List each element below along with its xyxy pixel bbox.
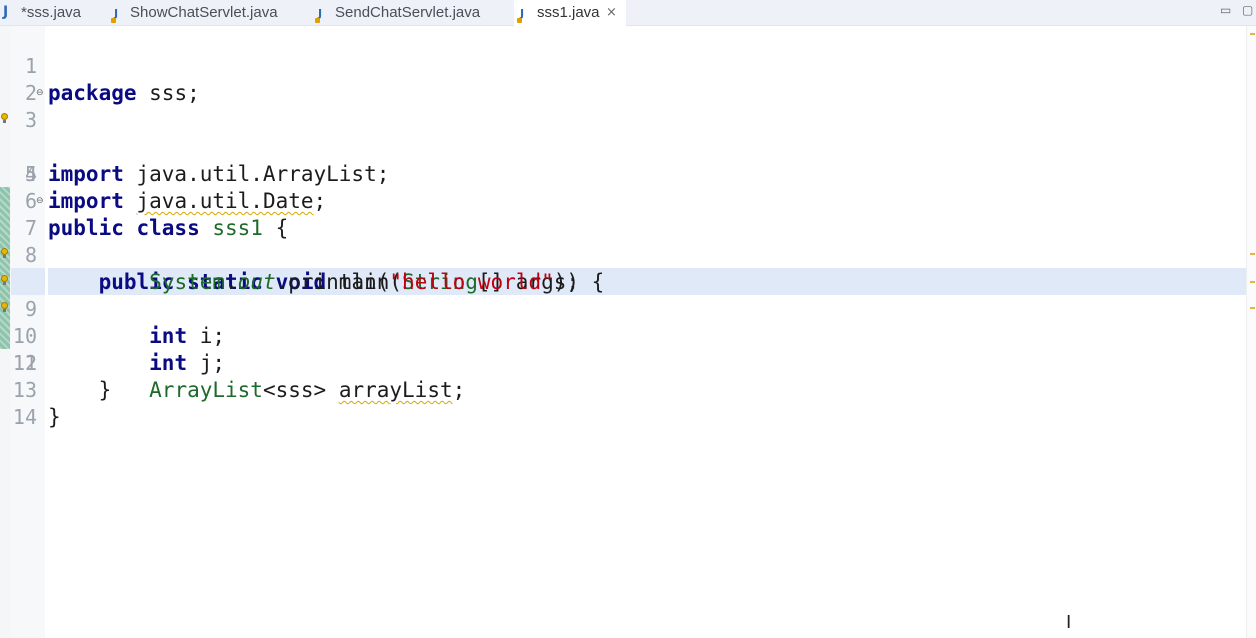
code-line: 5 [0,134,1246,186]
warning-lightbulb-icon[interactable] [0,248,8,259]
maximize-icon[interactable]: ▢ [1242,3,1253,17]
warning-lightbulb-icon[interactable] [0,113,8,124]
editor-tab-bar: J *sss.java J ShowChatServlet.java J Sen… [0,0,1256,26]
overview-warning-marker[interactable] [1250,281,1255,283]
overview-warning-marker[interactable] [1250,307,1255,309]
overview-warning-marker[interactable] [1250,253,1255,255]
code-line: 12 } [0,323,1246,402]
code-editor[interactable]: 1 package sss; 2 3 ⊖ import java.util.Ar… [0,26,1246,429]
code-line: 8 System.out.println("hello world"); [0,215,1246,294]
java-file-icon: J [111,6,118,23]
tab-sss-java[interactable]: J *sss.java [0,0,108,26]
java-file-icon: J [3,4,9,20]
tab-label: SendChatServlet.java [335,4,481,21]
code-line: 11 ArrayList<sss> arrayList; [0,296,1246,402]
warning-lightbulb-icon[interactable] [0,275,8,286]
tab-label: sss1.java [537,4,600,21]
close-tab-icon[interactable]: × [606,0,617,26]
code-line: 9 int i; [0,242,1246,348]
warning-lightbulb-icon[interactable] [0,302,8,313]
java-file-icon: J [315,6,322,23]
tab-label: ShowChatServlet.java [130,4,278,21]
code-line: 7 ⊖ public static void main(String[] arg… [0,188,1246,295]
fold-toggle-icon[interactable]: ⊖ [36,89,45,98]
code-line: 1 package sss; [0,26,1246,105]
code-line: 13 } [0,350,1246,429]
line-number: 14 [12,405,37,429]
java-file-icon: J [517,6,524,23]
minimize-icon[interactable]: ▭ [1220,3,1231,17]
code-line: 4 import java.util.Date; [0,107,1246,213]
code-line: 6 public class sss1 { [0,161,1246,240]
code-line: 14 [0,377,1246,429]
tab-label: *sss.java [21,4,82,21]
code-line-current: 10 int j; [0,269,1246,375]
code-line: 2 [0,53,1246,105]
overview-ruler [1246,26,1256,638]
tab-sendchatservlet-java[interactable]: J SendChatServlet.java [311,0,514,26]
code-line: 3 ⊖ import java.util.ArrayList; [0,80,1246,187]
tab-showchatservlet-java[interactable]: J ShowChatServlet.java [108,0,311,26]
overview-warning-marker[interactable] [1250,33,1255,35]
tab-sss1-java[interactable]: J sss1.java × [514,0,626,26]
fold-toggle-icon[interactable]: ⊖ [36,197,45,206]
text-cursor-icon: I [1066,612,1072,633]
